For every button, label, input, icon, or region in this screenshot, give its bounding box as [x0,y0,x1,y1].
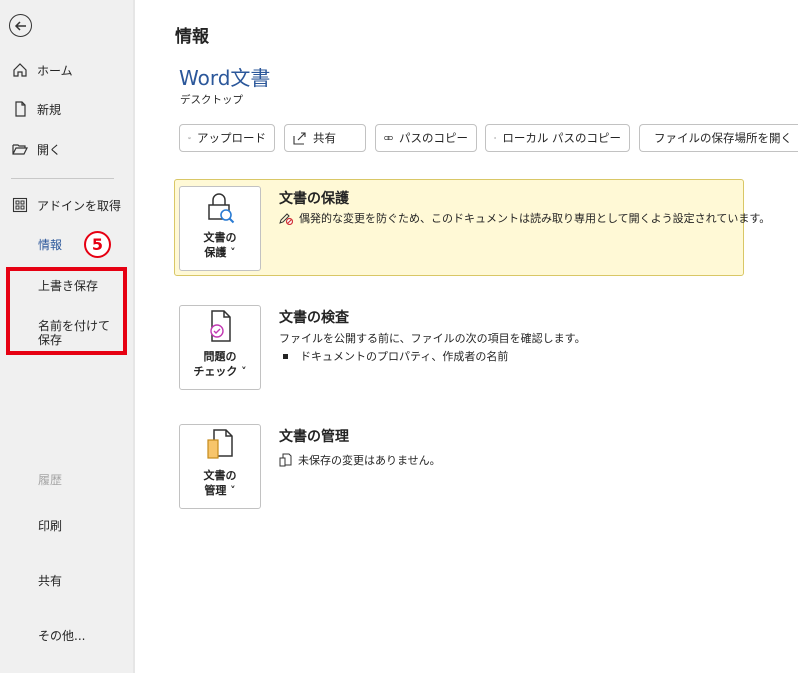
upload-button[interactable]: アップロード [179,124,275,152]
sidebar-divider [11,178,114,179]
nav-share[interactable]: 共有 [38,574,62,588]
check-button-label-1: 問題の [203,350,237,363]
check-button-label-2: チェック ˅ [193,365,247,378]
nav-open-label: 開く [37,142,62,157]
inspect-bullet-text: ドキュメントのプロパティ、作成者の名前 [300,350,509,363]
manage-description: 未保存の変更はありません。 [279,452,441,468]
document-stack-icon [207,429,233,459]
share-icon [293,132,306,145]
nav-get-addins[interactable]: アドインを取得 [11,194,121,216]
nav-more[interactable]: その他... [38,629,85,643]
edit-blocked-icon [279,213,293,225]
nav-new-label: 新規 [37,102,62,117]
upload-button-label: アップロード [197,131,266,145]
copy-path-label: パスのコピー [399,131,468,145]
check-for-issues-button[interactable]: 問題の チェック ˅ [179,305,261,390]
copy-local-path-button[interactable]: ローカル パスのコピー [485,124,630,152]
document-versions-icon [279,453,292,467]
page-title: 情報 [175,27,209,47]
open-folder-icon [11,140,29,158]
nav-new[interactable]: 新規 [11,98,61,120]
document-check-icon [210,310,231,342]
link-icon [494,137,497,139]
manage-title: 文書の管理 [279,429,349,445]
nav-info[interactable]: 情報 [38,238,62,252]
nav-home[interactable]: ホーム [11,59,73,81]
document-title: Word文書 [179,66,271,90]
nav-history: 履歴 [38,473,63,487]
share-button[interactable]: 共有 [284,124,366,152]
manage-document-button[interactable]: 文書の 管理 ˅ [179,424,261,509]
home-icon [11,61,29,79]
copy-local-path-label: ローカル パスのコピー [502,131,621,145]
bullet-square [283,353,288,359]
protect-description-text: 偶発的な変更を防ぐため、このドキュメントは読み取り専用として開くよう設定されてい… [299,212,771,225]
protect-button-label-1: 文書の [203,231,237,244]
document-location: デスクトップ [180,94,243,106]
back-button[interactable] [9,14,32,37]
protect-button-label-2: 保護 ˅ [204,246,236,259]
back-arrow-icon [14,20,26,31]
protect-description: 偶発的な変更を防ぐため、このドキュメントは読み取り専用として開くよう設定されてい… [279,210,770,226]
new-document-icon [11,100,29,118]
nav-home-label: ホーム [37,63,73,78]
inspect-description: ファイルを公開する前に、ファイルの次の項目を確認します。 [279,332,586,345]
share-button-label: 共有 [313,131,336,145]
nav-print[interactable]: 印刷 [38,519,62,533]
nav-save-as[interactable]: 名前を付けて保存 [38,319,118,347]
inspect-bullet-item: ドキュメントのプロパティ、作成者の名前 [283,348,508,364]
copy-path-button[interactable]: パスのコピー [375,124,477,152]
lock-search-icon [208,193,235,224]
nav-get-addins-label: アドインを取得 [37,198,122,213]
open-file-location-label: ファイルの保存場所を開く [654,131,792,145]
inspect-title: 文書の検査 [279,310,349,326]
step-5-badge: 5 [84,231,111,258]
protect-document-button[interactable]: 文書の 保護 ˅ [179,186,261,271]
manage-description-text: 未保存の変更はありません。 [298,454,441,467]
open-file-location-button[interactable]: ファイルの保存場所を開く [639,124,798,152]
protect-title: 文書の保護 [279,191,349,207]
nav-save[interactable]: 上書き保存 [38,279,98,293]
manage-button-label-1: 文書の [203,469,237,482]
cloud-upload-icon [188,137,191,140]
sidebar-edge [133,0,135,673]
link-icon [384,136,393,140]
nav-open[interactable]: 開く [11,138,61,160]
addins-grid-icon [11,196,29,214]
manage-button-label-2: 管理 ˅ [204,484,236,497]
